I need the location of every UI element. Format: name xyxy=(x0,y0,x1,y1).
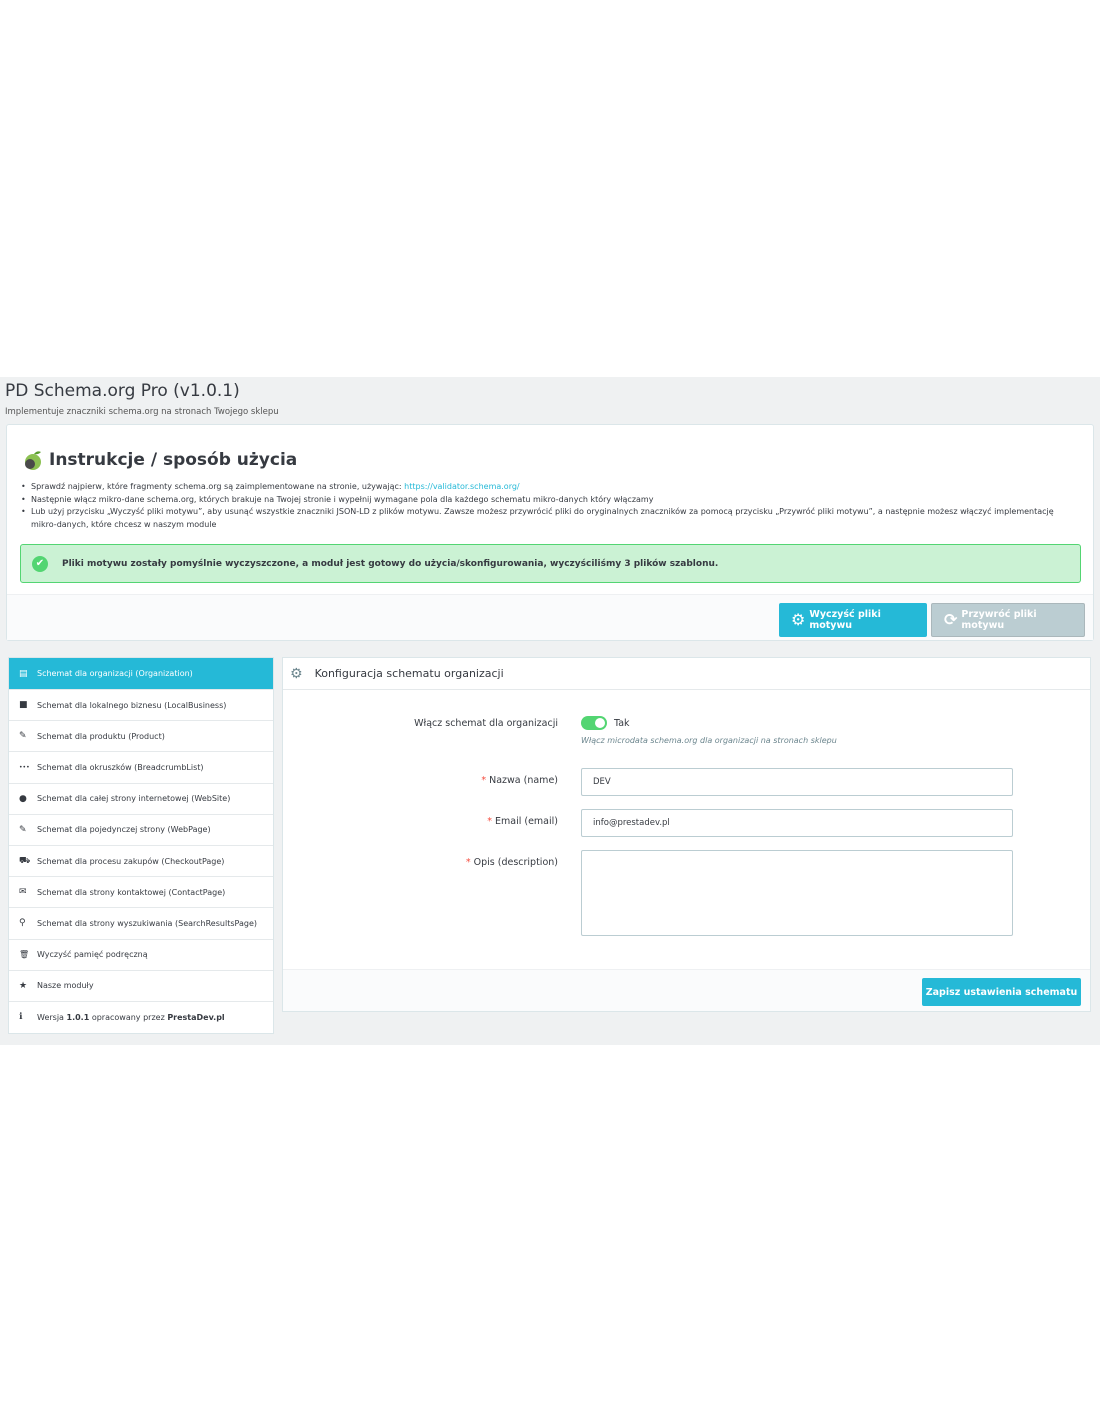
instructions-header: Instrukcje / sposób użycia xyxy=(21,449,297,471)
name-input[interactable]: DEV xyxy=(581,768,1013,796)
instructions-panel: Instrukcje / sposób użycia Sprawdź najpi… xyxy=(6,424,1094,641)
sidebar-item-product[interactable]: ✎ Schemat dla produktu (Product) xyxy=(9,721,273,753)
sidebar-item-breadcrumblist[interactable]: ••• Schemat dla okruszków (BreadcrumbLis… xyxy=(9,752,273,784)
required-marker: * xyxy=(465,857,471,868)
version-middle: opracowany przez xyxy=(91,1012,165,1022)
name-label-text: Nazwa (name) xyxy=(489,775,558,786)
pencil-icon: ✎ xyxy=(19,731,27,742)
restore-theme-files-label: Przywróć pliki motywu xyxy=(961,609,1037,631)
config-panel-title: Konfiguracja schematu organizacji xyxy=(314,667,504,680)
gear-icon: ⚙ xyxy=(791,610,806,629)
sidebar-item-label: Nasze moduły xyxy=(37,981,94,991)
config-panel-header: ⚙ Konfiguracja schematu organizacji xyxy=(283,658,1090,690)
enable-toggle[interactable] xyxy=(581,716,607,730)
restore-theme-files-button[interactable]: ⟳ Przywróć pliki motywu xyxy=(931,603,1085,637)
sidebar-item-label: Schemat dla strony wyszukiwania (SearchR… xyxy=(37,918,257,928)
page-title: PD Schema.org Pro (v1.0.1) xyxy=(5,381,240,401)
email-label: * Email (email) xyxy=(487,816,558,827)
instruction-item: Sprawdź najpierw, które fragmenty schema… xyxy=(21,481,1067,494)
sidebar-item-checkoutpage[interactable]: ⛟ Schemat dla procesu zakupów (CheckoutP… xyxy=(9,846,273,878)
sidebar-item-label: Schemat dla pojedynczej strony (WebPage) xyxy=(37,825,211,835)
sidebar-item-label: Schemat dla lokalnego biznesu (LocalBusi… xyxy=(37,700,227,710)
sidebar-item-label: Schemat dla procesu zakupów (CheckoutPag… xyxy=(37,856,225,866)
enable-help-text: Włącz microdata schema.org dla organizac… xyxy=(581,736,837,745)
email-label-text: Email (email) xyxy=(495,816,558,827)
pencil-icon: ✎ xyxy=(19,824,27,835)
config-panel: ⚙ Konfiguracja schematu organizacji Włąc… xyxy=(282,657,1091,1012)
cogs-icon: ⚙ xyxy=(290,665,303,682)
save-schema-button[interactable]: Zapisz ustawienia schematu xyxy=(922,978,1081,1006)
schema-sidebar: ▤ Schemat dla organizacji (Organization)… xyxy=(8,657,274,1035)
envelope-icon: ✉ xyxy=(19,887,27,898)
briefcase-icon: ■ xyxy=(19,700,28,711)
sidebar-version-info: ℹ Wersja 1.0.1 opracowany przez PrestaDe… xyxy=(9,1002,273,1033)
ellipsis-icon: ••• xyxy=(19,763,30,771)
sidebar-item-searchresultspage[interactable]: ⚲ Schemat dla strony wyszukiwania (Searc… xyxy=(9,908,273,940)
globe-icon: ● xyxy=(19,793,27,804)
sidebar-item-localbusiness[interactable]: ■ Schemat dla lokalnego biznesu (LocalBu… xyxy=(9,690,273,722)
enable-label: Włącz schemat dla organizacji xyxy=(414,718,558,729)
sidebar-item-organization[interactable]: ▤ Schemat dla organizacji (Organization) xyxy=(9,658,273,690)
sidebar-item-clear-cache[interactable]: 🗑 Wyczyść pamięć podręczną xyxy=(9,940,273,971)
module-logo-icon xyxy=(21,449,43,471)
clean-theme-files-button[interactable]: ⚙ Wyczyść pliki motywu xyxy=(779,603,927,637)
description-label: * Opis (description) xyxy=(466,857,558,868)
instruction-item: Lub użyj przycisku „Wyczyść pliki motywu… xyxy=(21,506,1067,531)
sidebar-item-our-modules[interactable]: ★ Nasze moduły xyxy=(9,971,273,1002)
search-icon: ⚲ xyxy=(19,918,26,929)
clean-theme-files-label: Wyczyść pliki motywu xyxy=(809,609,881,631)
star-icon: ★ xyxy=(19,980,28,991)
page-subtitle: Implementuje znaczniki schema.org na str… xyxy=(5,407,279,417)
version-author: PrestaDev.pl xyxy=(167,1012,225,1022)
info-icon: ℹ xyxy=(19,1012,23,1023)
building-icon: ▤ xyxy=(19,668,28,679)
name-label: * Nazwa (name) xyxy=(481,775,558,786)
instruction-text: Lub użyj przycisku „Wyczyść pliki motywu… xyxy=(31,507,1054,529)
enable-toggle-value: Tak xyxy=(614,718,630,729)
app-container: PD Schema.org Pro (v1.0.1) Implementuje … xyxy=(0,377,1100,1045)
required-marker: * xyxy=(487,816,492,827)
instructions-title: Instrukcje / sposób użycia xyxy=(49,450,298,470)
sidebar-item-label: Schemat dla okruszków (BreadcrumbList) xyxy=(37,762,204,772)
refresh-icon: ⟳ xyxy=(944,610,958,629)
page-header: PD Schema.org Pro (v1.0.1) Implementuje … xyxy=(5,380,279,417)
success-alert-text: Pliki motywu zostały pomyślnie wyczyszcz… xyxy=(62,558,719,569)
sidebar-item-label: Schemat dla całej strony internetowej (W… xyxy=(37,794,231,804)
description-label-text: Opis (description) xyxy=(473,857,558,868)
required-marker: * xyxy=(481,775,487,786)
success-alert: ✔ Pliki motywu zostały pomyślnie wyczysz… xyxy=(20,544,1081,583)
sidebar-item-webpage[interactable]: ✎ Schemat dla pojedynczej strony (WebPag… xyxy=(9,815,273,846)
instruction-text: Sprawdź najpierw, które fragmenty schema… xyxy=(31,482,402,491)
sidebar-item-label: Wyczyść pamięć podręczną xyxy=(37,950,148,960)
instruction-text: Następnie włącz mikro-dane schema.org, k… xyxy=(31,494,654,504)
sidebar-item-contactpage[interactable]: ✉ Schemat dla strony kontaktowej (Contac… xyxy=(9,877,273,909)
instruction-item: Następnie włącz mikro-dane schema.org, k… xyxy=(21,494,1067,507)
trash-icon: 🗑 xyxy=(19,950,30,960)
sidebar-item-label: Schemat dla strony kontaktowej (ContactP… xyxy=(37,887,226,897)
validator-link[interactable]: https://validator.schema.org/ xyxy=(404,482,519,491)
description-textarea[interactable] xyxy=(581,850,1013,936)
sidebar-item-label: Schemat dla organizacji (Organization) xyxy=(37,669,193,678)
sidebar-item-label: Schemat dla produktu (Product) xyxy=(37,731,165,741)
config-panel-footer: Zapisz ustawienia schematu xyxy=(283,969,1090,1011)
version-number: 1.0.1 xyxy=(66,1012,90,1022)
cart-icon: ⛟ xyxy=(19,855,31,866)
check-circle-icon: ✔ xyxy=(32,555,48,572)
email-input[interactable]: info@prestadev.pl xyxy=(581,809,1013,837)
instructions-footer: ⚙ Wyczyść pliki motywu ⟳ Przywróć pliki … xyxy=(7,594,1093,640)
version-prefix: Wersja xyxy=(37,1012,64,1022)
instructions-list: Sprawdź najpierw, które fragmenty schema… xyxy=(21,481,1067,531)
sidebar-item-website[interactable]: ● Schemat dla całej strony internetowej … xyxy=(9,784,273,815)
